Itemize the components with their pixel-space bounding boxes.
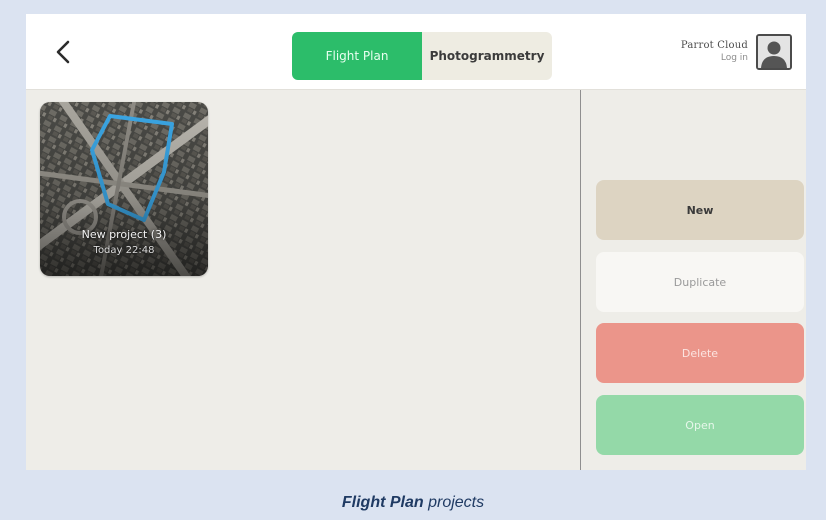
- tab-photogrammetry-label: Photogrammetry: [429, 49, 545, 63]
- tab-flight-plan[interactable]: Flight Plan: [292, 32, 422, 80]
- back-button[interactable]: [48, 34, 78, 70]
- caption-bold: Flight Plan: [341, 494, 424, 511]
- duplicate-button[interactable]: Duplicate: [596, 252, 804, 312]
- project-card[interactable]: New project (3) Today 22:48: [40, 102, 208, 276]
- open-button[interactable]: Open: [596, 395, 804, 455]
- top-bar: Flight Plan Photogrammetry Parrot Cloud …: [26, 14, 806, 90]
- account-text: Parrot Cloud Log in: [681, 40, 748, 64]
- cloud-brand-label: Parrot Cloud: [680, 40, 748, 51]
- tab-flight-plan-label: Flight Plan: [325, 49, 389, 63]
- figure-caption: Flight Plan projects: [0, 494, 826, 512]
- mode-tabs: Flight Plan Photogrammetry: [292, 32, 552, 80]
- panel-divider: [580, 90, 581, 470]
- caption-rest: projects: [423, 494, 485, 511]
- user-avatar-icon: [756, 34, 792, 70]
- account-login[interactable]: Parrot Cloud Log in: [681, 30, 792, 74]
- tab-photogrammetry[interactable]: Photogrammetry: [422, 32, 552, 80]
- app-screen: Flight Plan Photogrammetry Parrot Cloud …: [26, 14, 806, 470]
- new-button[interactable]: New: [596, 180, 804, 240]
- login-label: Log in: [720, 53, 748, 63]
- project-name: New project (3): [81, 228, 167, 241]
- delete-button[interactable]: Delete: [596, 323, 804, 383]
- chevron-left-icon: [56, 40, 70, 64]
- project-date: Today 22:48: [93, 245, 155, 256]
